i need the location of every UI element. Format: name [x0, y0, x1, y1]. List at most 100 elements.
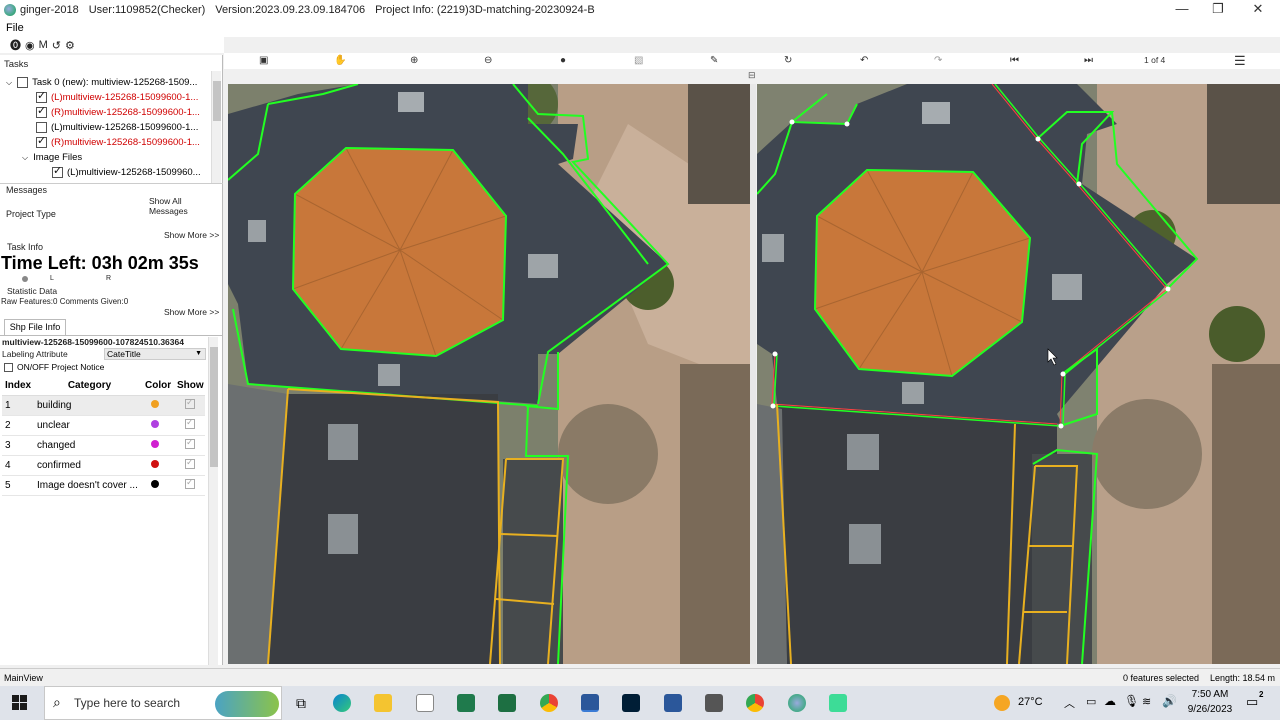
- color-swatch: [151, 399, 159, 408]
- chevron-up-icon[interactable]: ︿: [1064, 695, 1075, 711]
- wifi-icon[interactable]: ≋: [1142, 695, 1151, 708]
- task-root[interactable]: ⌵ Task 0 (new): multiview-125268-1509...: [6, 75, 197, 90]
- microphone-icon[interactable]: 🎙: [1124, 694, 1139, 708]
- restore-icon[interactable]: ❐: [1198, 0, 1238, 20]
- splitter-handle-icon[interactable]: ⊟: [748, 70, 756, 81]
- row-category: Image doesn't cover ...: [34, 475, 142, 496]
- task-item-checkbox[interactable]: [36, 134, 47, 149]
- clock-time[interactable]: 7:50 AM: [1190, 689, 1230, 700]
- undo-icon[interactable]: ↺: [52, 39, 61, 52]
- edge-icon[interactable]: [333, 694, 351, 712]
- previous-icon[interactable]: ⏮: [1010, 53, 1019, 68]
- show-more-link[interactable]: Show More >>: [164, 230, 219, 240]
- select-icon[interactable]: ▧: [634, 53, 643, 68]
- point-icon[interactable]: ●: [560, 53, 566, 68]
- chevron-down-icon[interactable]: ⌵: [22, 150, 28, 165]
- scroll-thumb[interactable]: [210, 347, 218, 467]
- show-more-link[interactable]: Show More >>: [164, 307, 219, 317]
- table-row[interactable]: 4 confirmed: [2, 455, 205, 476]
- labeling-attribute-select[interactable]: CateTitle ▼: [104, 348, 206, 360]
- dropdown-arrow-icon: ▼: [195, 350, 202, 357]
- chrome-icon[interactable]: [540, 694, 558, 712]
- weather-icon[interactable]: [994, 695, 1010, 711]
- task-item-label: (R)multiview-125268-15099600-1...: [51, 137, 200, 148]
- tab-shp-file-info[interactable]: Shp File Info: [4, 319, 66, 335]
- settings-circle-icon[interactable]: ◉: [25, 39, 35, 52]
- file-menu[interactable]: File: [6, 22, 24, 34]
- task-tree-scrollbar[interactable]: [211, 71, 221, 183]
- task-item[interactable]: (R)multiview-125268-15099600-1...: [36, 134, 200, 150]
- raw-features: Raw Features:0 Comments Given:0: [1, 297, 129, 306]
- edit-icon[interactable]: ✎: [710, 53, 718, 68]
- category-table: Index Category Color Show 1 building 2 u…: [2, 377, 205, 496]
- close-icon[interactable]: ✕: [1238, 0, 1278, 20]
- photoshop-icon[interactable]: [622, 694, 640, 712]
- minimize-icon[interactable]: —: [1162, 0, 1202, 20]
- show-checkbox[interactable]: [185, 417, 195, 429]
- info-icon[interactable]: ⓿: [10, 37, 21, 53]
- calculator-icon[interactable]: [705, 694, 723, 712]
- notification-icon[interactable]: ▭: [1246, 694, 1258, 710]
- task-item[interactable]: (R)multiview-125268-15099600-1...: [36, 104, 200, 120]
- store-icon[interactable]: [416, 694, 434, 712]
- task-item[interactable]: (L)multiview-125268-15099600-1...: [36, 89, 198, 105]
- right-image-view[interactable]: [757, 84, 1280, 664]
- rotate-icon[interactable]: ↻: [784, 53, 792, 68]
- word-icon[interactable]: [664, 694, 682, 712]
- show-checkbox[interactable]: [185, 437, 195, 449]
- show-checkbox[interactable]: [185, 477, 195, 489]
- task-item-checkbox[interactable]: [36, 104, 47, 119]
- left-image-view[interactable]: [228, 84, 750, 664]
- ginger-icon[interactable]: [788, 694, 806, 712]
- zoom-in-icon[interactable]: ⊕: [410, 53, 418, 68]
- image-file-item[interactable]: (L)multiview-125268-1509960...: [52, 164, 201, 180]
- zoom-out-icon[interactable]: ⊖: [484, 53, 492, 68]
- network-icon[interactable]: ▭: [1086, 695, 1096, 708]
- temperature[interactable]: 27°C: [1018, 696, 1043, 708]
- cloud-icon[interactable]: ☁: [1104, 694, 1116, 708]
- row-category: unclear: [34, 415, 142, 436]
- project-notice-toggle[interactable]: ON/OFF Project Notice: [4, 362, 104, 372]
- project-info: Project Info: (2219)3D-matching-20230924…: [375, 4, 595, 16]
- file-explorer-icon[interactable]: [374, 694, 392, 712]
- clock-date[interactable]: 9/26/2023: [1186, 704, 1234, 715]
- image-files-node[interactable]: ⌵ Image Files: [22, 150, 82, 165]
- chrome-icon[interactable]: [746, 694, 764, 712]
- gear-icon[interactable]: ⚙: [65, 39, 75, 52]
- speaker-icon[interactable]: 🔊: [1162, 694, 1177, 708]
- pan-hand-icon[interactable]: ✋: [334, 53, 346, 68]
- task-view-icon[interactable]: ⧉: [292, 694, 310, 712]
- menu-icon[interactable]: ☰: [1234, 53, 1246, 68]
- scroll-thumb[interactable]: [213, 81, 221, 121]
- image-file-checkbox[interactable]: [52, 164, 63, 179]
- task-item[interactable]: (L)multiview-125268-15099600-1...: [36, 120, 198, 135]
- task-item-checkbox[interactable]: [36, 89, 47, 104]
- save-icon[interactable]: ▣: [259, 53, 268, 68]
- ginger-app-icon[interactable]: [581, 694, 599, 712]
- right-aerial-image[interactable]: [757, 84, 1280, 664]
- taskbar-search[interactable]: ⌕ Type here to search: [44, 686, 282, 720]
- row-index: 4: [2, 455, 34, 476]
- chevron-down-icon[interactable]: ⌵: [6, 75, 12, 90]
- show-checkbox[interactable]: [185, 397, 195, 409]
- table-row[interactable]: 3 changed: [2, 435, 205, 456]
- app-icon[interactable]: [829, 694, 847, 712]
- view-splitter[interactable]: [750, 84, 756, 664]
- show-checkbox[interactable]: [185, 457, 195, 469]
- category-scrollbar[interactable]: [208, 337, 218, 665]
- windows-start-icon[interactable]: [12, 695, 28, 711]
- redo-icon[interactable]: ↷: [934, 53, 942, 68]
- column-header: Show: [174, 377, 205, 396]
- table-row[interactable]: 1 building: [2, 395, 205, 416]
- m-button[interactable]: M: [39, 39, 48, 51]
- table-row[interactable]: 5 Image doesn't cover ...: [2, 475, 205, 496]
- task-item-checkbox[interactable]: [36, 122, 47, 133]
- task-root-checkbox[interactable]: [17, 77, 29, 88]
- project-notice-checkbox[interactable]: [4, 362, 13, 372]
- undo-icon[interactable]: ↶: [860, 53, 868, 68]
- next-icon[interactable]: ⏭: [1084, 53, 1093, 68]
- left-aerial-image[interactable]: [228, 84, 750, 664]
- project-icon[interactable]: [457, 694, 475, 712]
- excel-icon[interactable]: [498, 694, 516, 712]
- table-row[interactable]: 2 unclear: [2, 415, 205, 436]
